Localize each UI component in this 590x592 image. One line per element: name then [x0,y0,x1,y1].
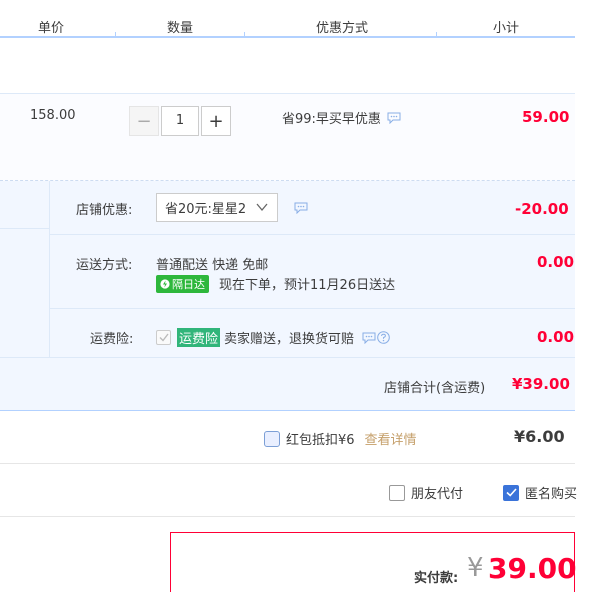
header-divider [436,32,437,36]
divider [49,234,575,235]
next-day-badge: 隔日达 [156,274,209,293]
order-options: 朋友代付 匿名购买 [0,465,577,517]
payment-summary: 实付款: ¥ 39.00 [170,532,577,592]
redpacket-amount: ¥6.00 [514,427,565,446]
help-icon[interactable] [377,331,390,344]
header-divider [244,32,245,36]
next-day-badge-text: 隔日达 [172,277,205,291]
col-quantity: 数量 [167,21,194,36]
insurance-label: 运费险: [90,332,134,347]
shipping-eta-line: 隔日达 现在下单，预计11月26日送达 [156,274,395,293]
cart-header: 单价 数量 优惠方式 小计 [0,0,575,38]
unit-price: 158.00 [30,108,76,123]
insurance-text: 卖家赠送，退换货可赔 [224,332,355,347]
shop-discount-value: 省20元:星星2 [165,202,247,217]
payment-label: 实付款: [414,571,459,586]
insurance-line: 运费险 卖家赠送，退换货可赔 [156,328,390,347]
promotion-text: 省99:早买早优惠 [282,112,381,127]
shop-total-amount: ¥39.00 [512,375,570,393]
divider [0,228,49,229]
quantity-stepper: − 1 + [129,106,231,136]
redpacket-option: 红包抵扣¥6 查看详情 [264,429,417,448]
col-discount: 优惠方式 [316,21,369,36]
friend-pay-option[interactable]: 朋友代付 [389,483,463,502]
quantity-input[interactable]: 1 [161,106,199,136]
redpacket-checkbox[interactable] [264,430,280,447]
anonymous-checkbox[interactable] [503,484,519,501]
insurance-amount: 0.00 [537,328,575,346]
friend-pay-checkbox[interactable] [389,484,405,501]
shipping-label: 运送方式: [76,258,133,273]
divider [49,308,575,309]
chevron-down-icon [256,203,268,212]
insurance-checkbox[interactable] [156,330,171,345]
redpacket-details-link[interactable]: 查看详情 [365,429,417,448]
check-icon [159,333,169,342]
header-divider [115,32,116,36]
friend-pay-label: 朋友代付 [411,487,464,502]
lightning-icon [160,278,170,289]
payment-amount: 39.00 [488,552,577,585]
shop-discount-amount: -20.00 [515,200,569,218]
shipping-amount: 0.00 [537,253,575,271]
col-subtotal: 小计 [493,21,520,36]
divider [49,181,50,357]
shipping-eta: 现在下单，预计11月26日送达 [219,278,396,293]
redpacket-row: 红包抵扣¥6 查看详情 ¥6.00 [0,411,575,464]
chat-icon[interactable] [362,332,376,344]
shop-discount-select[interactable]: 省20元:星星2 [156,193,278,222]
shop-discount-label: 店铺优惠: [76,203,133,218]
divider [0,357,575,358]
quantity-plus-button[interactable]: + [201,106,231,136]
payment-currency: ¥ [467,553,484,583]
chat-icon[interactable] [387,112,401,124]
quantity-minus-button[interactable]: − [129,106,159,136]
anonymous-option[interactable]: 匿名购买 [503,483,577,502]
check-icon [505,488,517,497]
insurance-tag: 运费险 [177,328,221,347]
shop-total-label: 店铺合计(含运费) [384,381,486,396]
anonymous-label: 匿名购买 [525,487,578,502]
chat-icon[interactable] [294,202,308,214]
item-promotion: 省99:早买早优惠 [282,108,401,127]
col-unit-price: 单价 [38,21,65,36]
shipping-method: 普通配送 快递 免邮 [156,258,269,273]
redpacket-label: 红包抵扣¥6 [286,433,355,448]
cart-item-row: 158.00 − 1 + 省99:早买早优惠 59.00 [0,93,575,181]
item-subtotal: 59.00 [522,108,570,126]
